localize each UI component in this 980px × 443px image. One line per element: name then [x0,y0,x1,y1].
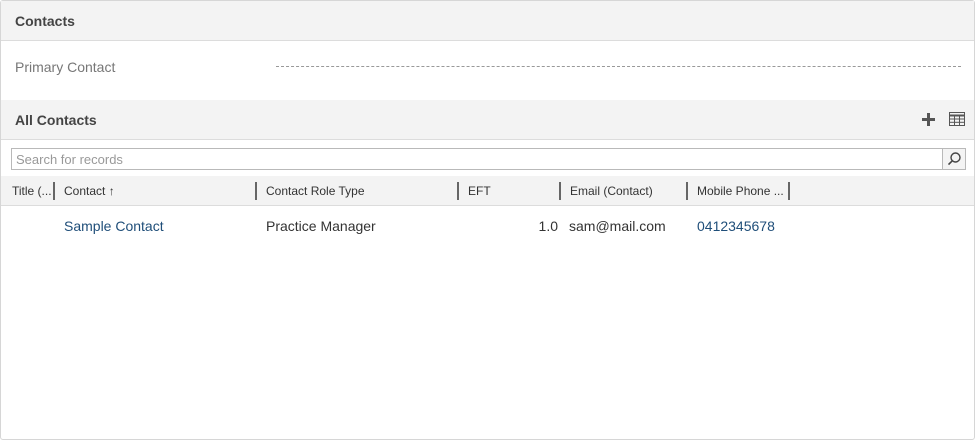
cell-mobile-link[interactable]: 0412345678 [697,218,775,234]
column-header-contact[interactable]: Contact ↑ [64,176,254,206]
column-resize-handle[interactable] [788,182,790,200]
search-input[interactable] [12,149,942,169]
column-resize-handle[interactable] [686,182,688,200]
column-header-email[interactable]: Email (Contact) [570,176,685,206]
column-resize-handle[interactable] [559,182,561,200]
contacts-section-title: Contacts [15,13,75,29]
column-header-role[interactable]: Contact Role Type [266,176,456,206]
column-header-title[interactable]: Title (... [12,176,52,206]
search-button[interactable] [942,149,965,169]
grid-view-icon[interactable] [949,112,965,126]
column-header-contact-label: Contact [64,184,106,198]
column-header-eft[interactable]: EFT [468,176,558,206]
contacts-section-header: Contacts [1,1,974,41]
cell-role: Practice Manager [266,218,376,234]
primary-contact-value[interactable] [276,66,961,67]
table-row[interactable]: Sample Contact Practice Manager 1.0 sam@… [1,207,974,245]
column-resize-handle[interactable] [53,182,55,200]
cell-email: sam@mail.com [569,218,666,234]
search-box [11,148,966,170]
all-contacts-title: All Contacts [15,112,97,128]
search-icon [947,152,961,166]
primary-contact-label: Primary Contact [15,59,116,75]
column-resize-handle[interactable] [457,182,459,200]
column-resize-handle[interactable] [255,182,257,200]
column-header-mobile[interactable]: Mobile Phone ... [697,176,787,206]
plus-icon[interactable] [919,110,939,130]
sort-ascending-icon: ↑ [108,184,115,198]
grid-header: Title (... Contact ↑ Contact Role Type E… [1,176,974,206]
all-contacts-header: All Contacts [1,100,974,140]
contacts-panel: Contacts Primary Contact All Contacts Se… [0,0,975,440]
cell-eft: 1.0 [538,218,558,234]
primary-contact-field: Primary Contact [1,41,974,100]
cell-contact-link[interactable]: Sample Contact [64,218,164,234]
